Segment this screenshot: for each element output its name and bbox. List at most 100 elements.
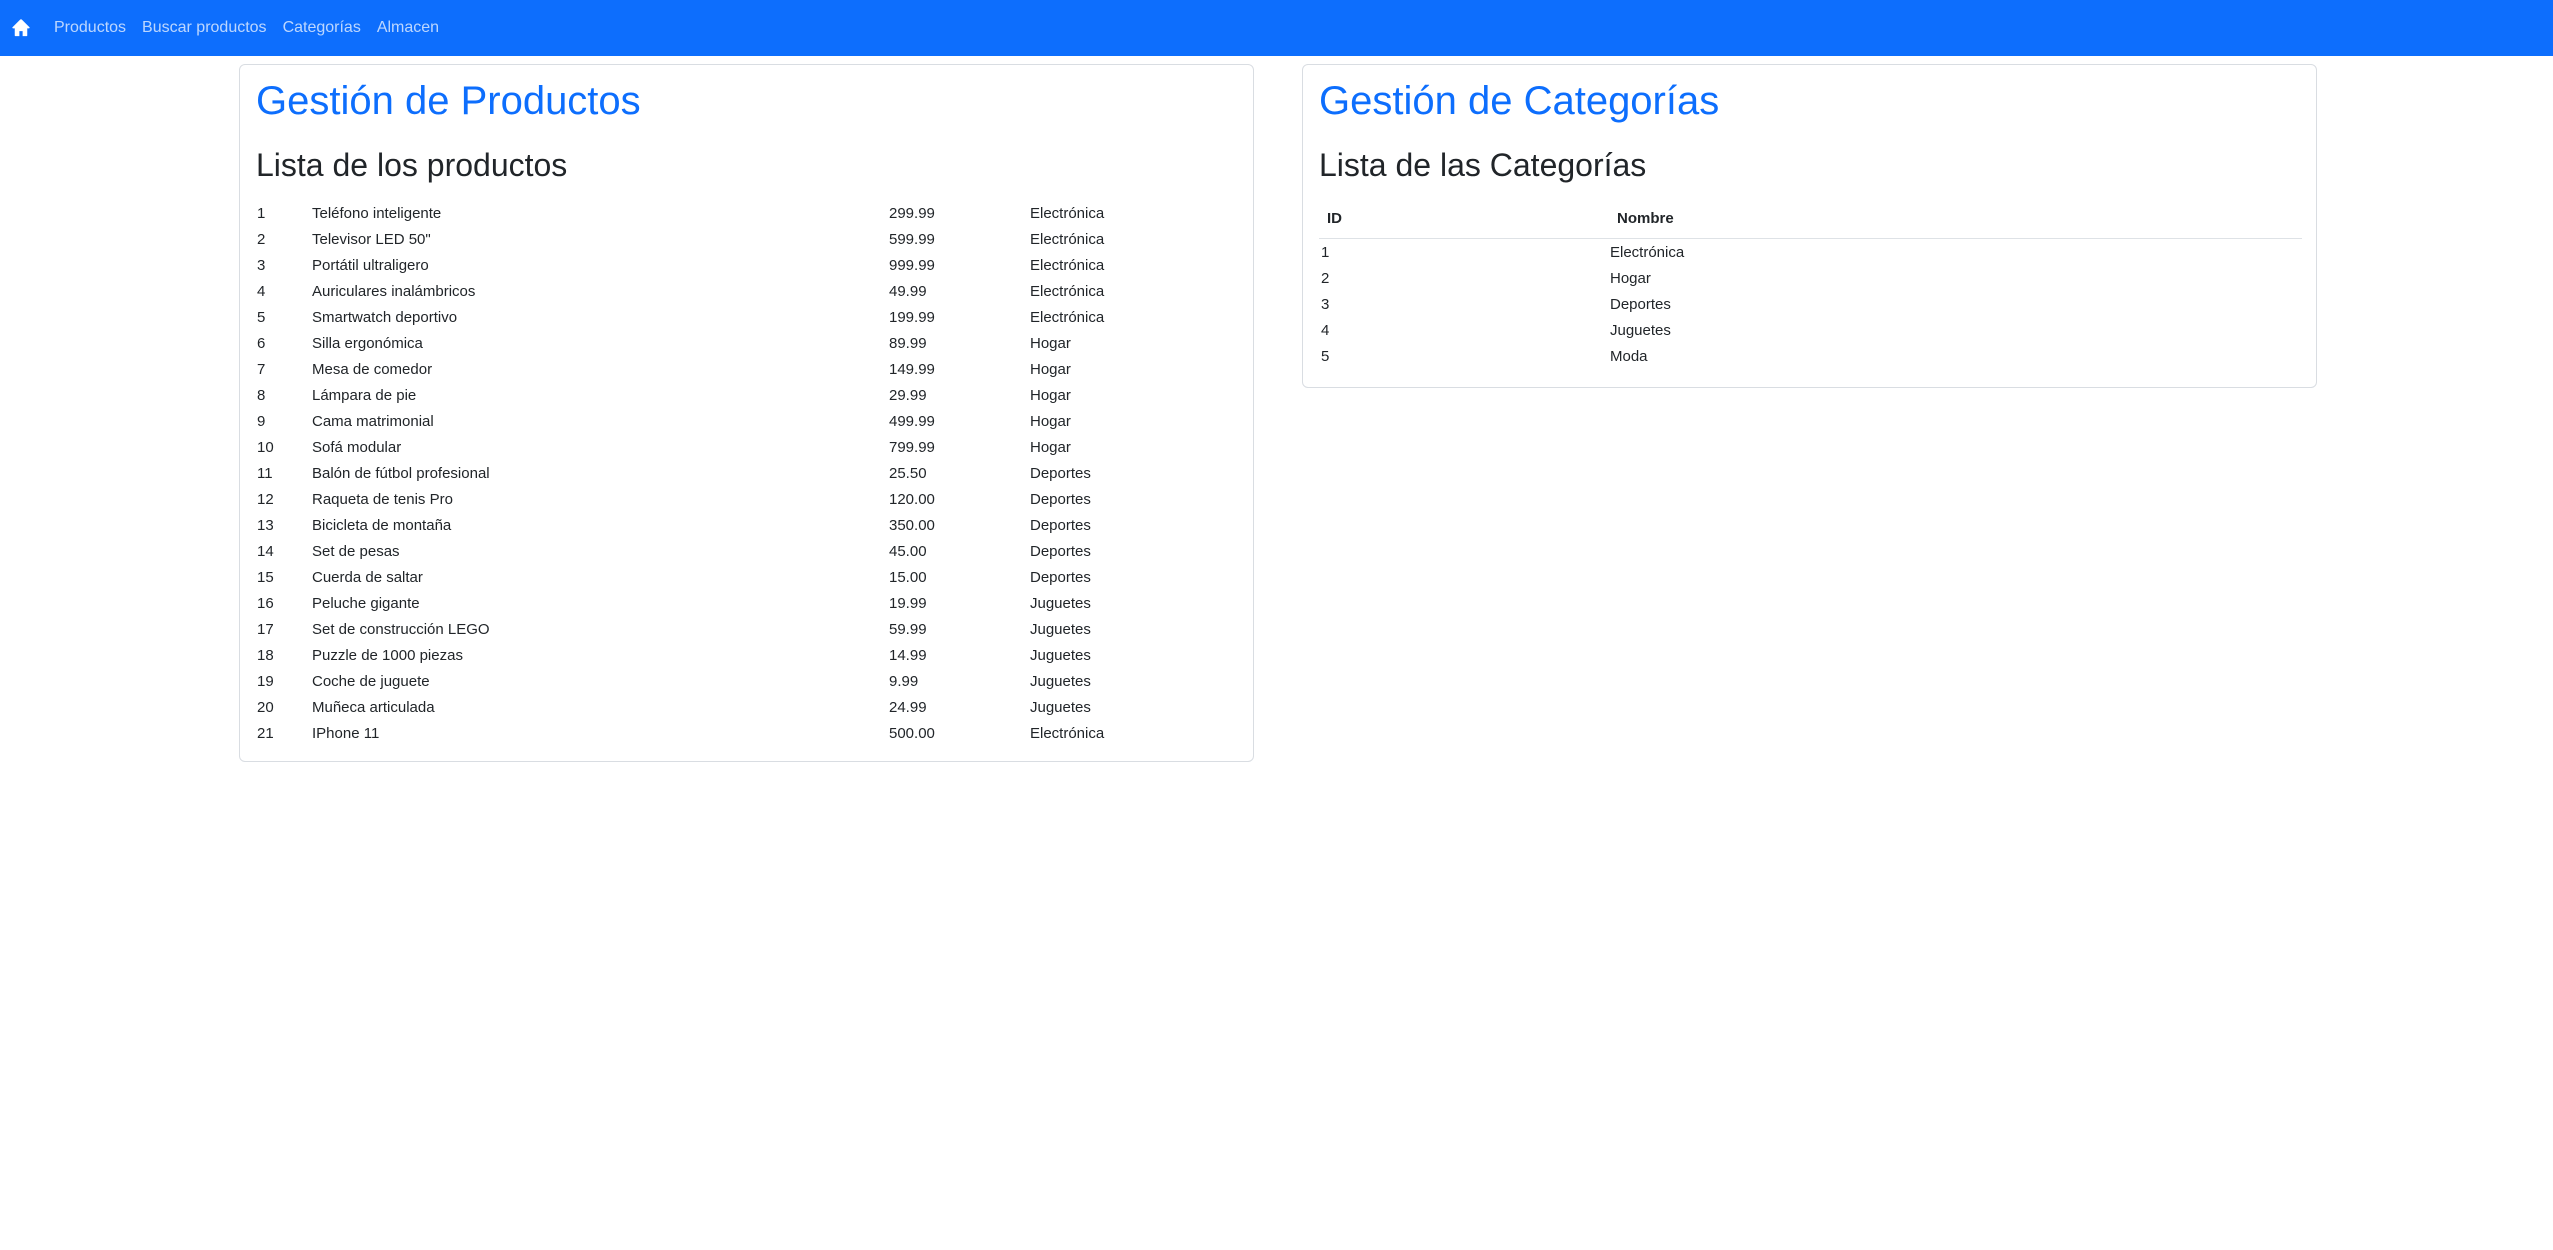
product-price: 999.99 [889,257,935,274]
product-category: Deportes [1030,465,1091,482]
product-name: Peluche gigante [312,595,420,612]
product-id: 6 [257,335,266,352]
product-id: 16 [257,595,274,612]
product-row: 4 Auriculares inalámbricos 49.99 Electrónic… [257,279,1237,305]
product-name: Raqueta de tenis Pro [312,491,453,508]
categories-table: ID Nombre 1 Electrónica 2 Hogar 3 Deportes 4 Ju… [1319,203,2302,370]
product-id: 10 [257,439,274,456]
product-category: Juguetes [1030,647,1091,664]
product-id: 21 [257,725,274,742]
category-id: 2 [1321,270,1330,287]
product-id: 5 [257,309,266,326]
nav-link-buscar-productos[interactable]: Buscar productos [142,19,267,37]
categories-table-header: ID Nombre [1319,203,2302,239]
header-nombre: Nombre [1617,210,1674,227]
product-row: 1 Teléfono inteligente 299.99 Electrónica [257,201,1237,227]
product-price: 59.99 [889,621,927,638]
product-price: 19.99 [889,595,927,612]
product-id: 12 [257,491,274,508]
categories-title: Gestión de Categorías [1319,79,1720,123]
category-id: 5 [1321,348,1330,365]
product-name: Mesa de comedor [312,361,433,378]
product-name: Teléfono inteligente [312,205,442,222]
product-price: 799.99 [889,439,935,456]
product-id: 2 [257,231,266,248]
nav-link-almacen[interactable]: Almacen [377,19,439,37]
product-row: 10 Sofá modular 799.99 Hogar [257,435,1237,461]
product-name: Sofá modular [312,439,402,456]
product-category: Juguetes [1030,621,1091,638]
product-row: 8 Lámpara de pie 29.99 Hogar [257,383,1237,409]
product-row: 6 Silla ergonómica 89.99 Hogar [257,331,1237,357]
product-id: 11 [257,465,273,482]
product-id: 17 [257,621,274,638]
product-row: 15 Cuerda de saltar 15.00 Deportes [257,565,1237,591]
product-row: 3 Portátil ultraligero 999.99 Electrónica [257,253,1237,279]
product-row: 12 Raqueta de tenis Pro 120.00 Deportes [257,487,1237,513]
product-id: 9 [257,413,266,430]
product-row: 2 Televisor LED 50" 599.99 Electrónica [257,227,1237,253]
product-price: 9.99 [889,673,919,690]
product-category: Juguetes [1030,699,1091,716]
category-name: Moda [1610,348,1648,365]
product-id: 3 [257,257,266,274]
product-name: Balón de fútbol profesional [312,465,490,482]
nav-link-categorias[interactable]: Categorías [283,19,361,37]
nav-links: Productos Buscar productos Categorías Al… [54,0,455,56]
product-name: Televisor LED 50" [312,231,431,248]
product-price: 299.99 [889,205,935,222]
product-row: 13 Bicicleta de montaña 350.00 Deportes [257,513,1237,539]
product-name: Silla ergonómica [312,335,423,352]
product-id: 7 [257,361,266,378]
product-price: 199.99 [889,309,935,326]
product-price: 29.99 [889,387,927,404]
product-name: Smartwatch deportivo [312,309,458,326]
product-category: Juguetes [1030,595,1091,612]
product-row: 9 Cama matrimonial 499.99 Hogar [257,409,1237,435]
product-category: Hogar [1030,361,1071,378]
product-price: 149.99 [889,361,935,378]
product-category: Hogar [1030,413,1071,430]
product-price: 499.99 [889,413,935,430]
product-row: 14 Set de pesas 45.00 Deportes [257,539,1237,565]
product-row: 19 Coche de juguete 9.99 Juguetes [257,669,1237,695]
product-name: Cuerda de saltar [312,569,423,586]
product-category: Hogar [1030,335,1071,352]
product-id: 20 [257,699,274,716]
products-list: 1 Teléfono inteligente 299.99 Electrónica 2 T… [257,201,1237,747]
product-row: 18 Puzzle de 1000 piezas 14.99 Juguetes [257,643,1237,669]
product-name: Auriculares inalámbricos [312,283,476,300]
products-title: Gestión de Productos [256,79,641,123]
products-subtitle: Lista de los productos [256,147,568,183]
product-category: Juguetes [1030,673,1091,690]
product-id: 13 [257,517,274,534]
product-price: 89.99 [889,335,927,352]
product-category: Electrónica [1030,257,1105,274]
product-name: Portátil ultraligero [312,257,429,274]
product-row: 7 Mesa de comedor 149.99 Hogar [257,357,1237,383]
product-name: Puzzle de 1000 piezas [312,647,463,664]
house-icon[interactable] [11,18,31,38]
product-price: 25.50 [889,465,927,482]
nav-link-productos[interactable]: Productos [54,19,126,37]
product-id: 14 [257,543,274,560]
product-price: 15.00 [889,569,927,586]
product-id: 19 [257,673,274,690]
category-id: 1 [1321,244,1330,261]
product-name: Coche de juguete [312,673,430,690]
product-category: Electrónica [1030,205,1105,222]
category-row: 1 Electrónica [1319,240,2302,266]
product-id: 15 [257,569,274,586]
product-category: Hogar [1030,439,1071,456]
product-category: Electrónica [1030,283,1105,300]
product-category: Deportes [1030,491,1091,508]
product-category: Electrónica [1030,309,1105,326]
categories-table-body: 1 Electrónica 2 Hogar 3 Deportes 4 Juguetes 5 Mod… [1319,239,2302,370]
product-name: Bicicleta de montaña [312,517,452,534]
category-row: 2 Hogar [1319,266,2302,292]
categories-subtitle: Lista de las Categorías [1319,147,1647,183]
products-card: Gestión de Productos Lista de los produc… [239,64,1254,762]
product-name: Lámpara de pie [312,387,417,404]
product-price: 599.99 [889,231,935,248]
product-category: Deportes [1030,543,1091,560]
